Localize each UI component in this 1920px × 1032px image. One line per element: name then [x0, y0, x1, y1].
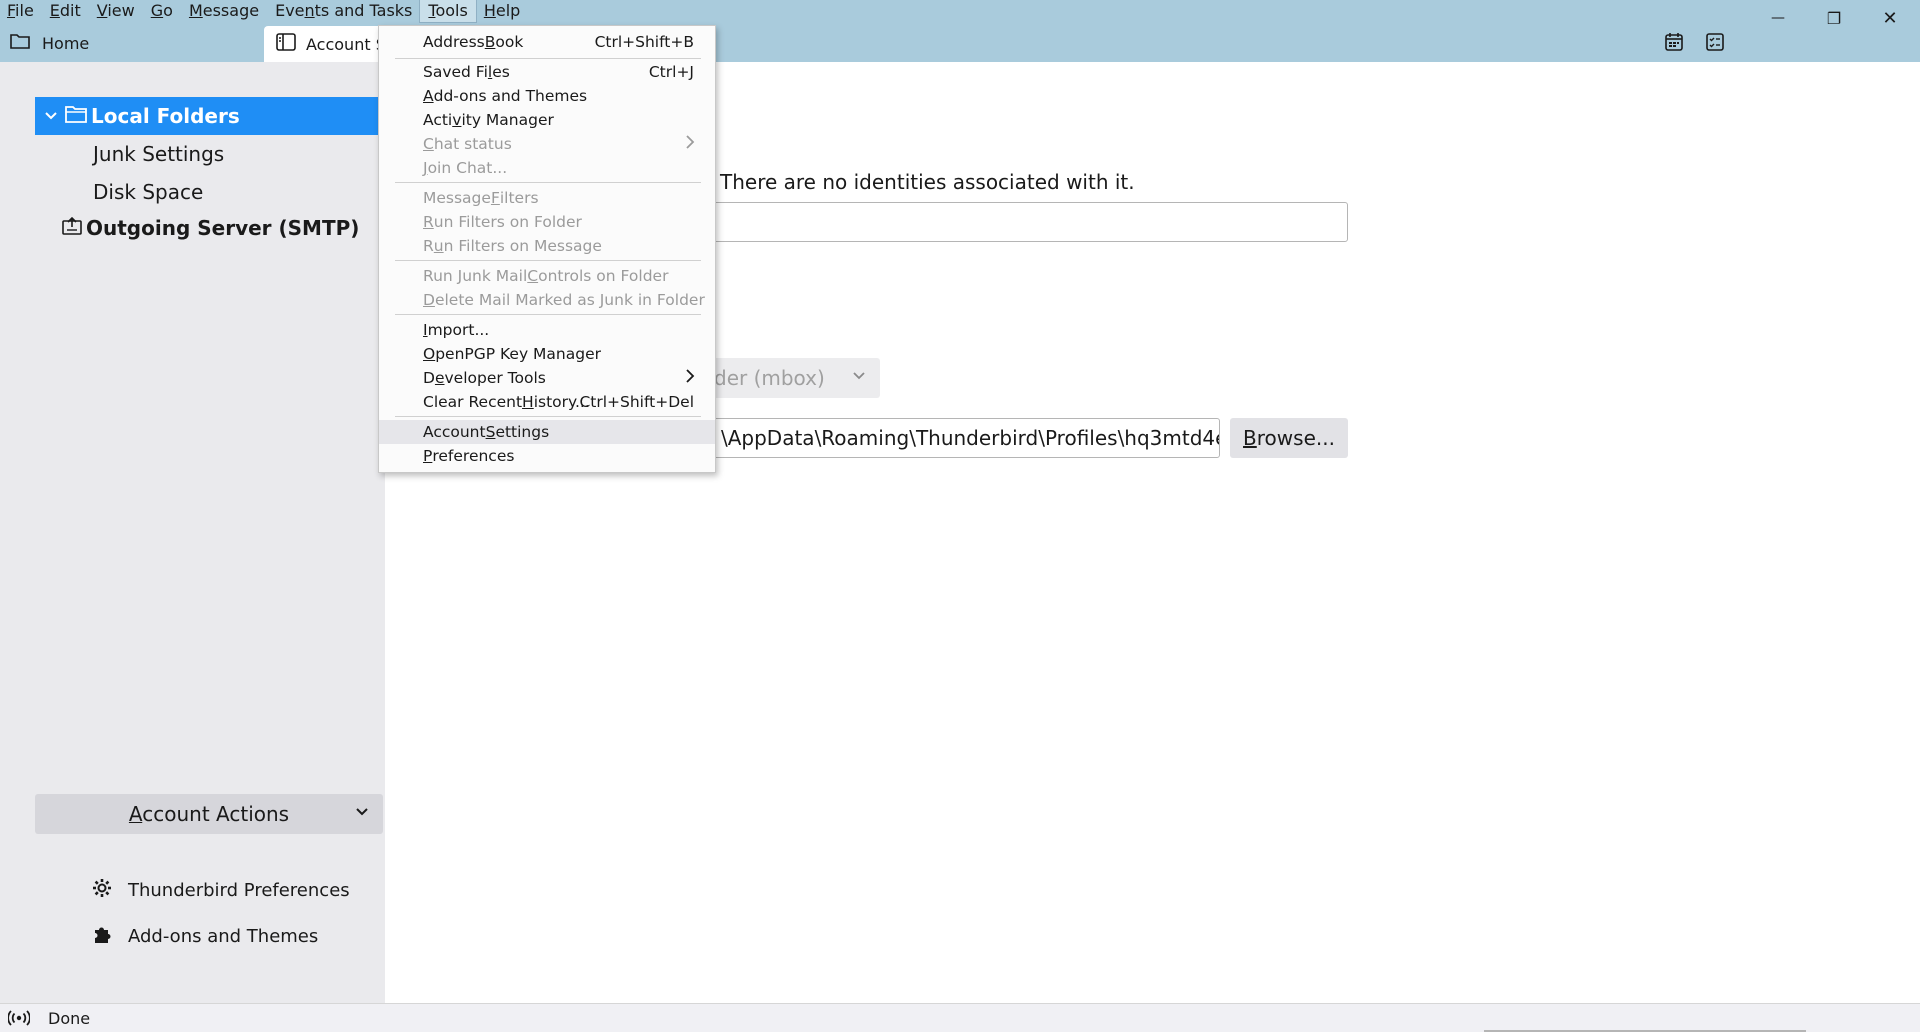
online-status-icon[interactable] [8, 1010, 32, 1026]
tab-account-label: Account Settings [306, 34, 384, 54]
menu-view[interactable]: View [89, 0, 143, 22]
menu-item-message-filters[interactable]: Message Filters [379, 186, 715, 210]
tab-home[interactable]: Home [0, 28, 200, 58]
menu-edit[interactable]: Edit [42, 0, 89, 22]
tree-item-disk-space[interactable]: Disk Space [93, 180, 203, 204]
account-settings-icon [276, 33, 296, 55]
tree-label-outgoing-server: Outgoing Server (SMTP) [86, 216, 360, 240]
menu-message[interactable]: Message [181, 0, 267, 22]
restore-button[interactable]: ❐ [1806, 0, 1862, 36]
menu-item-import[interactable]: Import... [379, 318, 715, 342]
menu-item-run-junk-controls[interactable]: Run Junk Mail Controls on Folder [379, 264, 715, 288]
title-bar: File Edit View Go Message Events and Tas… [0, 0, 1920, 62]
menu-item-developer-tools[interactable]: De veloper Tools [379, 366, 715, 390]
tab-account-settings[interactable]: Account Settings [264, 26, 384, 62]
menu-separator [395, 58, 701, 59]
menu-item-account-settings[interactable]: Account Settings [379, 420, 715, 444]
thunderbird-preferences-label: Thunderbird Preferences [128, 880, 350, 901]
tools-menu: Address Book Ctrl+Shift+B Saved Fi l es Ctrl… [378, 25, 716, 473]
folder-icon [65, 104, 87, 128]
menu-separator [395, 260, 701, 261]
chevron-down-icon [852, 369, 866, 385]
menu-item-delete-junk[interactable]: Delete Mail Marked as Junk in Folder [379, 288, 715, 312]
menu-item-run-filters-message[interactable]: Run Filters on Message [379, 234, 715, 258]
menu-file[interactable]: File [0, 0, 42, 22]
minimize-icon: — [1771, 10, 1785, 26]
account-name-input[interactable] [700, 202, 1348, 242]
menu-item-run-filters-folder[interactable]: Run Filters on Folder [379, 210, 715, 234]
menu-item-openpgp-key-manager[interactable]: OpenPGP Key Manager [379, 342, 715, 366]
menu-tools[interactable]: Tools [419, 0, 477, 23]
chevron-down-icon[interactable] [39, 108, 63, 124]
message-store-value: der (mbox) [714, 366, 825, 390]
status-text: Done [48, 1008, 91, 1028]
restore-icon: ❐ [1826, 8, 1842, 28]
addons-themes-label: Add-ons and Themes [128, 926, 319, 947]
menu-item-chat-status[interactable]: Chat status [379, 132, 715, 156]
menu-go[interactable]: Go [143, 0, 181, 22]
folder-icon [10, 33, 30, 53]
menu-item-join-chat[interactable]: Join Chat... [379, 156, 715, 180]
account-tree-sidebar: Local Folders Junk Settings Disk Space O… [0, 62, 385, 1003]
calendar-icon[interactable] [1662, 30, 1686, 54]
tree-item-outgoing-server[interactable]: Outgoing Server (SMTP) [62, 216, 359, 240]
addons-themes-link[interactable]: Add-ons and Themes [92, 924, 318, 949]
menu-item-clear-recent-history[interactable]: Clear Recent History... Ctrl+Shift+Del [379, 390, 715, 414]
browse-button[interactable]: Browse... [1230, 418, 1348, 458]
tree-item-junk-settings[interactable]: Junk Settings [93, 142, 224, 166]
shortcut-label: Ctrl+Shift+Del [579, 393, 694, 411]
chevron-right-icon [685, 369, 695, 387]
shortcut-label: Ctrl+J [648, 63, 694, 81]
menu-help[interactable]: Help [476, 0, 528, 22]
menu-item-saved-files[interactable]: Saved Fi l es Ctrl+J [379, 60, 715, 84]
menu-separator [395, 182, 701, 183]
menu-item-activity-manager[interactable]: Acti v ity Manager [379, 108, 715, 132]
message-store-select[interactable]: der (mbox) [690, 358, 880, 398]
menu-separator [395, 416, 701, 417]
status-bar: Done [0, 1003, 1920, 1032]
chevron-down-icon [355, 802, 369, 821]
account-actions-label: Account Actions [128, 802, 290, 826]
account-actions-button[interactable]: Account Actions [35, 794, 383, 834]
close-button[interactable]: ✕ [1862, 0, 1918, 36]
menu-separator [395, 314, 701, 315]
minimize-button[interactable]: — [1750, 0, 1806, 36]
puzzle-icon [92, 924, 112, 949]
local-directory-input[interactable]: \AppData\Roaming\Thunderbird\Profiles\hq… [700, 418, 1220, 458]
menu-item-address-book[interactable]: Address Book Ctrl+Shift+B [379, 30, 715, 54]
menu-bar: File Edit View Go Message Events and Tas… [0, 0, 528, 23]
outgoing-server-icon [62, 216, 82, 240]
chevron-right-icon [685, 135, 695, 153]
gear-icon [92, 878, 112, 903]
tree-label-local-folders: Local Folders [91, 104, 240, 128]
thunderbird-preferences-link[interactable]: Thunderbird Preferences [92, 878, 350, 903]
shortcut-label: Ctrl+Shift+B [594, 33, 694, 51]
tasks-icon[interactable] [1703, 30, 1727, 54]
menu-item-preferences[interactable]: Preferences [379, 444, 715, 468]
identities-notice: There are no identities associated with … [720, 170, 1135, 194]
menu-item-addons-themes[interactable]: Add-ons and Themes [379, 84, 715, 108]
close-icon: ✕ [1882, 7, 1898, 29]
menu-events-tasks[interactable]: Events and Tasks [267, 0, 420, 22]
tab-home-label: Home [42, 33, 90, 53]
tree-item-local-folders[interactable]: Local Folders [35, 97, 385, 135]
